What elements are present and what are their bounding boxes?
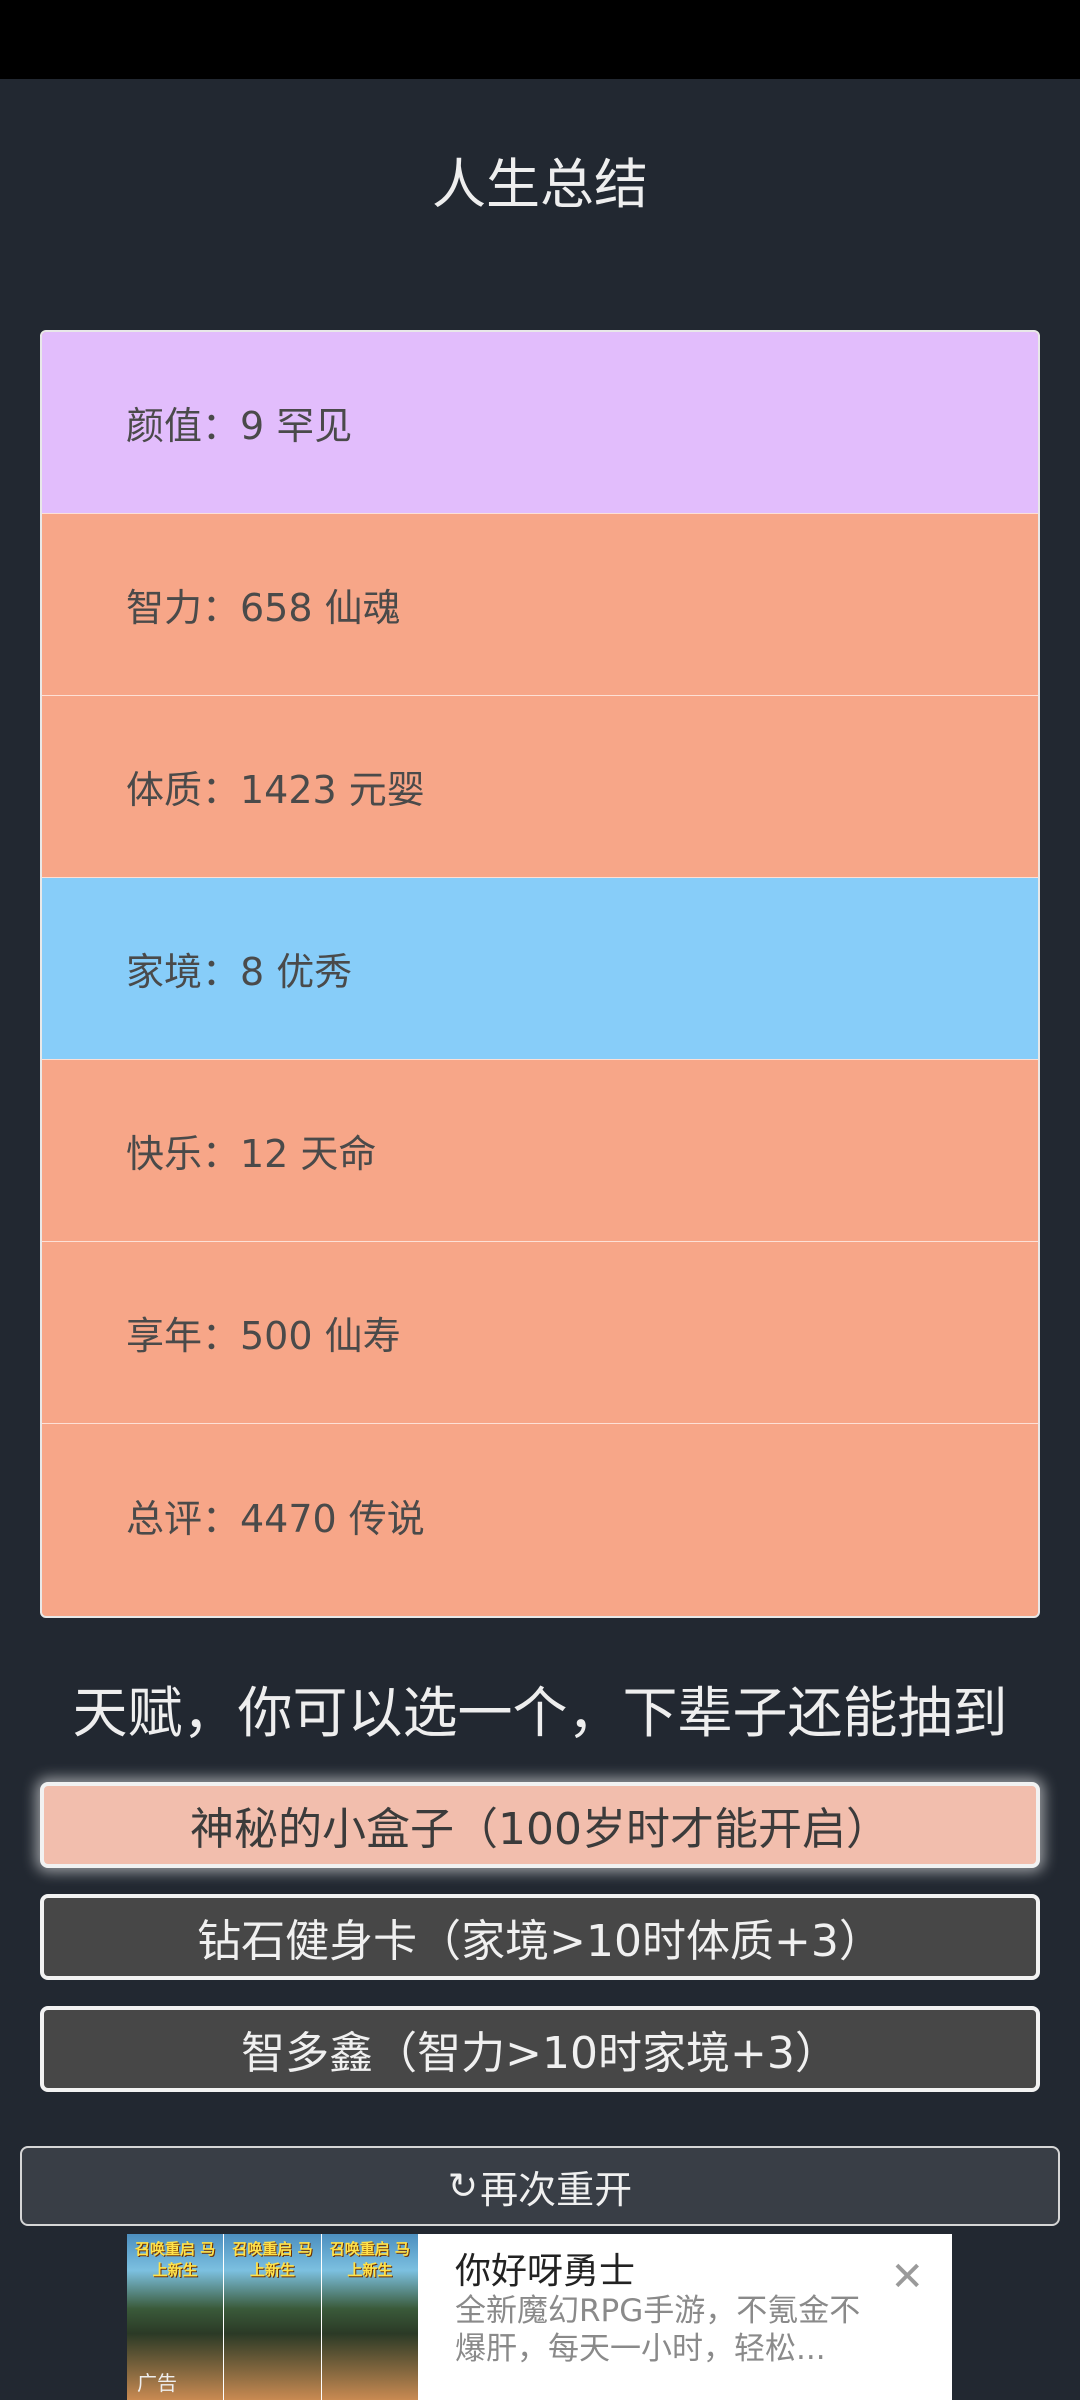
- ad-description: 全新魔幻RPG手游，不氪金不爆肝，每天一小时，轻松...: [455, 2293, 861, 2367]
- ad-thumbnail: 召唤重启 马上新生: [321, 2234, 418, 2400]
- stat-row-appearance: 颜值：9 罕见: [42, 332, 1038, 514]
- ad-tag: 广告: [137, 2371, 177, 2395]
- stat-label: 颜值：9 罕见: [126, 404, 353, 448]
- thumb-caption: 召唤重启 马上新生: [232, 2240, 313, 2279]
- stat-row-constitution: 体质：1423 元婴: [42, 696, 1038, 878]
- talent-option-zhiduoxin[interactable]: 智多鑫（智力>10时家境+3）: [40, 2006, 1040, 2092]
- stat-label: 体质：1423 元婴: [126, 768, 425, 812]
- stat-label: 家境：8 优秀: [126, 950, 353, 994]
- ad-thumbnail: 召唤重启 马上新生: [224, 2234, 321, 2400]
- status-bar: [0, 0, 1080, 79]
- restart-button[interactable]: ↻ 再次重开: [20, 2146, 1060, 2226]
- stat-label: 总评：4470 传说: [126, 1496, 425, 1541]
- stats-card: 颜值：9 罕见 智力：658 仙魂 体质：1423 元婴 家境：8 优秀 快乐：…: [40, 330, 1040, 1618]
- thumb-caption: 召唤重启 马上新生: [329, 2240, 410, 2279]
- stat-row-lifespan: 享年：500 仙寿: [42, 1242, 1038, 1424]
- stat-row-overall: 总评：4470 传说: [42, 1424, 1038, 1606]
- talent-heading: 天赋，你可以选一个，下辈子还能抽到: [72, 1681, 1008, 1745]
- stat-label: 享年：500 仙寿: [126, 1314, 401, 1358]
- ad-banner[interactable]: 召唤重启 马上新生 召唤重启 马上新生 召唤重启 马上新生 广告 你好呀勇士 全…: [127, 2234, 952, 2400]
- stat-row-family: 家境：8 优秀: [42, 878, 1038, 1060]
- talent-label: 钻石健身卡（家境>10时体质+3）: [197, 1916, 883, 1967]
- stat-row-happiness: 快乐：12 天命: [42, 1060, 1038, 1242]
- restart-label: 再次重开: [480, 2167, 633, 2212]
- refresh-icon: ↻: [447, 2165, 479, 2207]
- stat-label: 快乐：12 天命: [126, 1132, 377, 1176]
- stat-row-intelligence: 智力：658 仙魂: [42, 514, 1038, 696]
- talent-option-gym-card[interactable]: 钻石健身卡（家境>10时体质+3）: [40, 1894, 1040, 1980]
- talent-option-mystery-box[interactable]: 神秘的小盒子（100岁时才能开启）: [40, 1782, 1040, 1868]
- stat-label: 智力：658 仙魂: [126, 586, 401, 630]
- page-title: 人生总结: [432, 153, 648, 216]
- talent-label: 智多鑫（智力>10时家境+3）: [241, 2028, 839, 2079]
- talent-label: 神秘的小盒子（100岁时才能开启）: [190, 1804, 890, 1855]
- thumb-caption: 召唤重启 马上新生: [135, 2240, 216, 2279]
- ad-title: 你好呀勇士: [455, 2251, 636, 2292]
- close-icon[interactable]: ✕: [890, 2254, 924, 2300]
